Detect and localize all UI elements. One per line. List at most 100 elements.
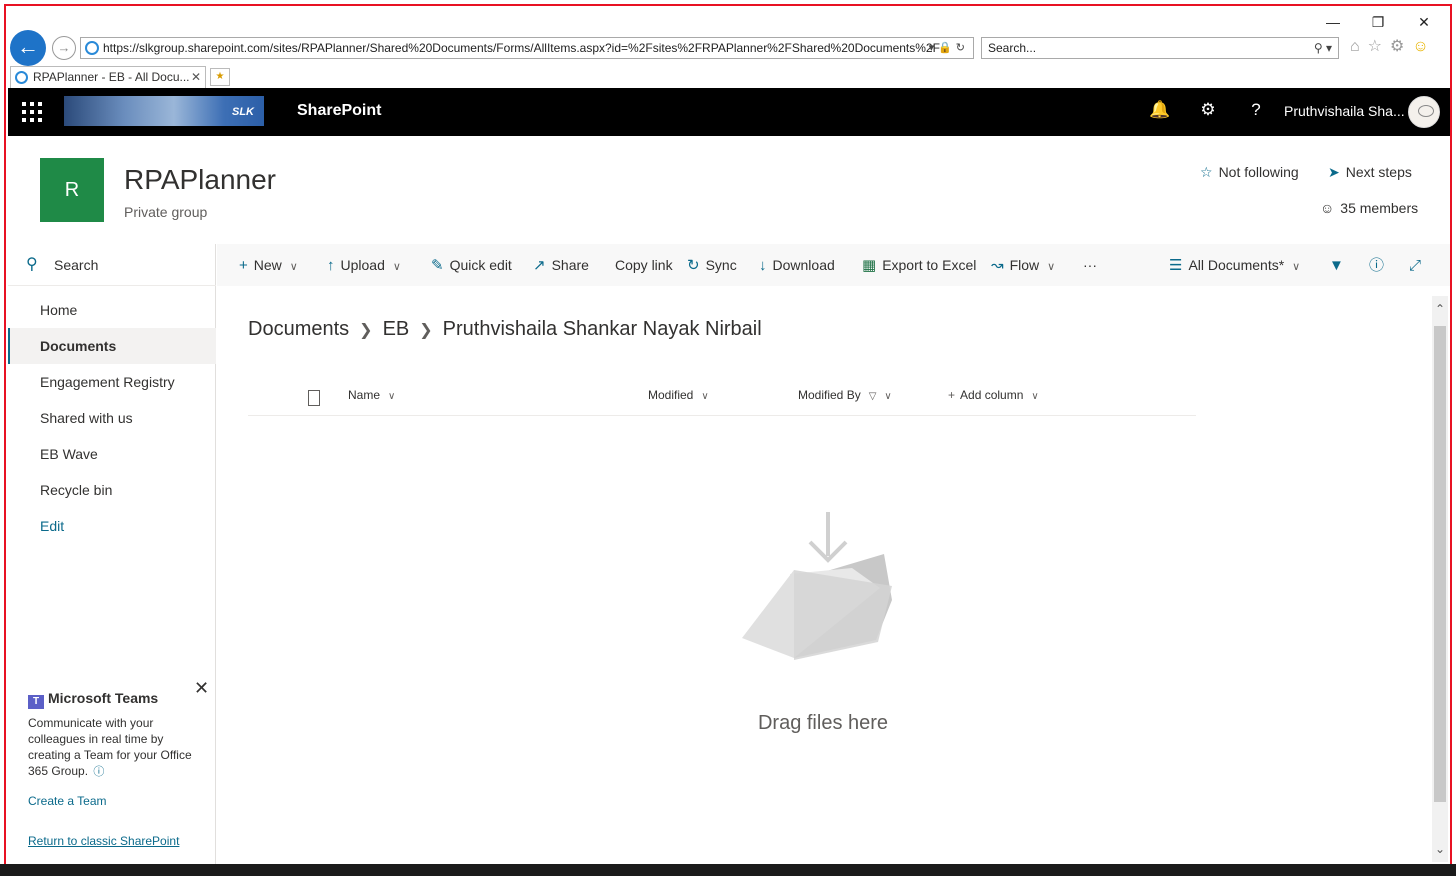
members-button[interactable]: ☺ 35 members xyxy=(1320,200,1418,216)
file-type-icon[interactable] xyxy=(308,390,320,406)
more-options-button[interactable]: ··· xyxy=(1083,244,1097,286)
follow-button[interactable]: ☆ Not following xyxy=(1200,164,1299,181)
teams-icon: T xyxy=(28,695,44,709)
view-selector[interactable]: ☰ All Documents* ∨ xyxy=(1169,244,1300,286)
chevron-down-icon: ∨ xyxy=(1031,391,1039,402)
nav-item-recycle-bin[interactable]: Recycle bin xyxy=(8,472,216,508)
next-steps-button[interactable]: ➤ Next steps xyxy=(1328,164,1412,181)
breadcrumb-eb[interactable]: EB xyxy=(383,318,410,340)
sync-label: Sync xyxy=(705,257,737,273)
chevron-down-icon: ∨ xyxy=(1292,261,1301,273)
upload-label: Upload xyxy=(340,257,385,273)
excel-icon: ▦ xyxy=(862,257,877,274)
scrollbar-thumb[interactable] xyxy=(1434,326,1446,802)
breadcrumb-documents[interactable]: Documents xyxy=(248,318,349,340)
info-pane-button[interactable]: ⓘ xyxy=(1369,244,1390,286)
home-icon[interactable]: ⌂ xyxy=(1350,38,1368,55)
tools-gear-icon[interactable]: ⚙ xyxy=(1390,38,1412,55)
nav-search-box[interactable]: ⚲ Search xyxy=(8,244,216,286)
chevron-right-icon: ❯ xyxy=(419,322,433,339)
nav-search-label: Search xyxy=(54,257,99,273)
company-logo[interactable]: SLK xyxy=(64,96,264,126)
site-subtitle: Private group xyxy=(124,204,208,220)
site-logo[interactable]: R xyxy=(40,158,104,222)
chevron-down-icon: ∨ xyxy=(1047,261,1056,273)
column-name[interactable]: Name ∨ xyxy=(348,388,395,402)
download-button[interactable]: ↓ Download xyxy=(759,244,835,286)
ie-icon xyxy=(85,41,99,55)
plus-icon: + xyxy=(948,388,956,402)
avatar[interactable] xyxy=(1408,96,1440,128)
filter-pane-button[interactable]: ▼ xyxy=(1329,244,1350,286)
plus-icon: + xyxy=(239,257,248,274)
new-button[interactable]: + New ∨ xyxy=(239,244,298,286)
app-launcher-icon[interactable] xyxy=(22,102,42,122)
new-tab-icon[interactable]: ★ xyxy=(210,68,230,86)
quick-edit-label: Quick edit xyxy=(449,257,512,273)
teams-body-text: Communicate with your colleagues in real… xyxy=(28,716,192,778)
nav-item-eb-wave[interactable]: EB Wave xyxy=(8,436,216,472)
browser-tab[interactable]: RPAPlanner - EB - All Docu... ✕ xyxy=(10,66,206,88)
fullscreen-button[interactable]: ⤢ xyxy=(1409,244,1427,286)
flow-icon: ↝ xyxy=(991,257,1004,274)
scroll-down-icon[interactable]: ⌄ xyxy=(1432,842,1448,856)
upload-button[interactable]: ↑ Upload ∨ xyxy=(327,244,401,286)
tab-close-icon[interactable]: ✕ xyxy=(191,67,201,87)
address-tools-icon[interactable]: ▾🔒↻ xyxy=(929,38,969,58)
suite-bar: SLK SharePoint 🔔 ⚙ ? Pruthvishaila Sha..… xyxy=(8,88,1450,136)
scroll-up-icon[interactable]: ⌃ xyxy=(1432,302,1448,316)
sync-button[interactable]: ↻ Sync xyxy=(687,244,737,286)
teams-title: T Microsoft Teams xyxy=(28,690,204,709)
chevron-down-icon: ∨ xyxy=(392,261,401,273)
close-window-button[interactable]: ✕ xyxy=(1409,14,1439,31)
filter-icon: ▼ xyxy=(1329,257,1344,274)
back-arrow-icon[interactable]: ← xyxy=(10,30,46,66)
bell-icon[interactable]: 🔔 xyxy=(1148,100,1172,120)
browser-search-input[interactable]: Search... ⚲ ▾ xyxy=(981,37,1339,59)
column-modified-by[interactable]: Modified By ▽ ∨ xyxy=(798,388,892,402)
header-divider xyxy=(248,415,1196,416)
share-button[interactable]: ↗ Share xyxy=(533,244,589,286)
logo-text: SLK xyxy=(232,106,254,118)
url-text: https://slkgroup.sharepoint.com/sites/RP… xyxy=(103,41,940,55)
quick-edit-button[interactable]: ✎ Quick edit xyxy=(431,244,512,286)
chevron-right-icon: ❯ xyxy=(359,322,373,339)
copy-link-button[interactable]: Copy link xyxy=(615,244,673,286)
search-icon[interactable]: ⚲ ▾ xyxy=(1314,38,1332,58)
address-bar[interactable]: https://slkgroup.sharepoint.com/sites/RP… xyxy=(80,37,974,59)
arrow-shaft xyxy=(826,512,830,556)
empty-state-text: Drag files here xyxy=(757,712,889,734)
create-team-link[interactable]: Create a Team xyxy=(28,794,204,808)
left-navigation: ⚲ Search Home Documents Engagement Regis… xyxy=(8,244,216,868)
browser-tools: ⌂☆⚙☺ xyxy=(1350,36,1437,56)
export-excel-button[interactable]: ▦ Export to Excel xyxy=(862,244,976,286)
user-name[interactable]: Pruthvishaila Sha... xyxy=(1284,103,1405,119)
next-steps-label: Next steps xyxy=(1345,164,1412,180)
teams-description: Communicate with your colleagues in real… xyxy=(28,715,204,780)
restore-button[interactable]: ❐ xyxy=(1363,14,1393,31)
feedback-smiley-icon[interactable]: ☺ xyxy=(1412,38,1436,55)
favorites-star-icon[interactable]: ☆ xyxy=(1368,38,1390,55)
megaphone-icon: ➤ xyxy=(1328,164,1340,180)
star-icon: ☆ xyxy=(1200,164,1213,180)
sharepoint-title[interactable]: SharePoint xyxy=(297,102,381,120)
return-classic-link[interactable]: Return to classic SharePoint xyxy=(28,834,179,848)
flow-button[interactable]: ↝ Flow ∨ xyxy=(991,244,1055,286)
tab-title: RPAPlanner - EB - All Docu... xyxy=(33,70,190,84)
minimize-button[interactable]: — xyxy=(1318,14,1348,30)
add-column-button[interactable]: + Add column ∨ xyxy=(948,388,1039,402)
nav-edit-link[interactable]: Edit xyxy=(8,508,216,544)
nav-item-engagement-registry[interactable]: Engagement Registry xyxy=(8,364,216,400)
gear-icon[interactable]: ⚙ xyxy=(1196,100,1220,120)
nav-item-documents[interactable]: Documents xyxy=(8,328,216,364)
nav-item-home[interactable]: Home xyxy=(8,292,216,328)
forward-arrow-icon[interactable]: → xyxy=(52,36,76,60)
vertical-scrollbar[interactable]: ⌃ ⌄ xyxy=(1432,296,1448,862)
column-modified[interactable]: Modified ∨ xyxy=(648,388,709,402)
site-title[interactable]: RPAPlanner xyxy=(124,164,276,196)
share-label: Share xyxy=(551,257,589,273)
info-icon[interactable]: ⓘ xyxy=(93,766,104,778)
expand-icon: ⤢ xyxy=(1409,257,1422,274)
help-icon[interactable]: ? xyxy=(1244,100,1268,120)
nav-item-shared-with-us[interactable]: Shared with us xyxy=(8,400,216,436)
